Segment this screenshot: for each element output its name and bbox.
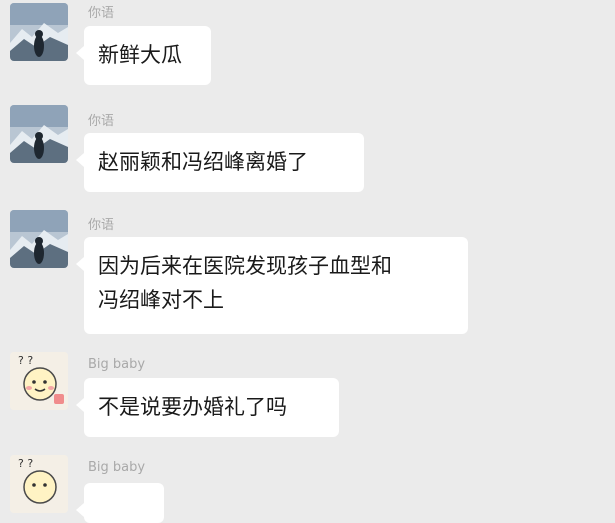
svg-text:? ?: ? ?: [18, 354, 33, 367]
message-bubble[interactable]: 赵丽颖和冯绍峰离婚了: [76, 133, 364, 192]
cartoon-baby-avatar-icon[interactable]: ? ?: [10, 352, 68, 410]
sender-name: Big baby: [88, 460, 146, 475]
message-text-line: 因为后来在医院发现孩子血型和: [98, 254, 392, 278]
sender-name: 你语: [88, 218, 115, 233]
message-bubble[interactable]: [76, 483, 164, 523]
message-bubble[interactable]: 因为后来在医院发现孩子血型和 冯绍峰对不上: [76, 237, 468, 334]
svg-text:? ?: ? ?: [18, 457, 33, 470]
message-bubble[interactable]: 新鲜大瓜: [76, 26, 211, 85]
cartoon-baby-avatar-icon[interactable]: ? ?: [10, 455, 68, 513]
message-text: 赵丽颖和冯绍峰离婚了: [98, 150, 308, 174]
message-bubble[interactable]: 不是说要办婚礼了吗: [76, 378, 339, 437]
message-text: 不是说要办婚礼了吗: [98, 395, 287, 419]
sender-name: Big baby: [88, 357, 146, 372]
mountain-avatar-icon[interactable]: [10, 210, 68, 268]
mountain-avatar-icon[interactable]: [10, 3, 68, 61]
sender-name: 你语: [88, 114, 115, 129]
mountain-avatar-icon[interactable]: [10, 105, 68, 163]
message-text: 新鲜大瓜: [98, 43, 182, 67]
message-text-line: 冯绍峰对不上: [98, 288, 224, 312]
sender-name: 你语: [88, 6, 115, 21]
